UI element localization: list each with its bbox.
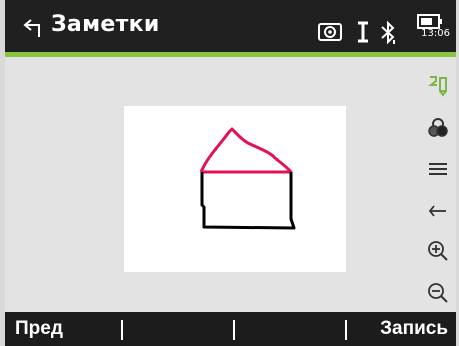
softkey-f3[interactable] bbox=[232, 312, 340, 346]
softkey-prev[interactable]: Пред bbox=[5, 312, 123, 346]
title-bar: Заметки 13:06 bbox=[5, 0, 456, 57]
tool-bar bbox=[420, 57, 456, 312]
screen: Заметки 13:06 Пред Запись bbox=[5, 0, 456, 346]
softkey-divider bbox=[121, 320, 123, 340]
zoom-in-icon[interactable] bbox=[426, 239, 450, 263]
page-title: Заметки bbox=[51, 12, 160, 37]
softkey-f2[interactable] bbox=[123, 312, 231, 346]
line-width-icon[interactable] bbox=[426, 157, 450, 181]
back-arrow-icon[interactable] bbox=[21, 17, 45, 39]
undo-icon[interactable] bbox=[426, 197, 450, 221]
sketch-area[interactable] bbox=[5, 57, 456, 312]
bluetooth-icon bbox=[381, 20, 395, 45]
roof-stroke bbox=[199, 127, 293, 174]
zoom-out-icon[interactable] bbox=[426, 281, 450, 305]
softkey-divider bbox=[233, 320, 235, 340]
softkey-divider bbox=[345, 320, 347, 340]
clock: 13:06 bbox=[421, 28, 450, 39]
softkey-save[interactable]: Запись bbox=[340, 312, 456, 346]
tribrach-i-icon bbox=[358, 21, 368, 43]
pen-icon[interactable] bbox=[426, 73, 450, 97]
walls-stroke bbox=[200, 172, 296, 230]
softkey-bar: Пред Запись bbox=[5, 312, 456, 346]
palette-icon[interactable] bbox=[426, 115, 450, 139]
drawing-canvas[interactable] bbox=[124, 106, 346, 272]
target-prism-icon bbox=[318, 23, 342, 41]
